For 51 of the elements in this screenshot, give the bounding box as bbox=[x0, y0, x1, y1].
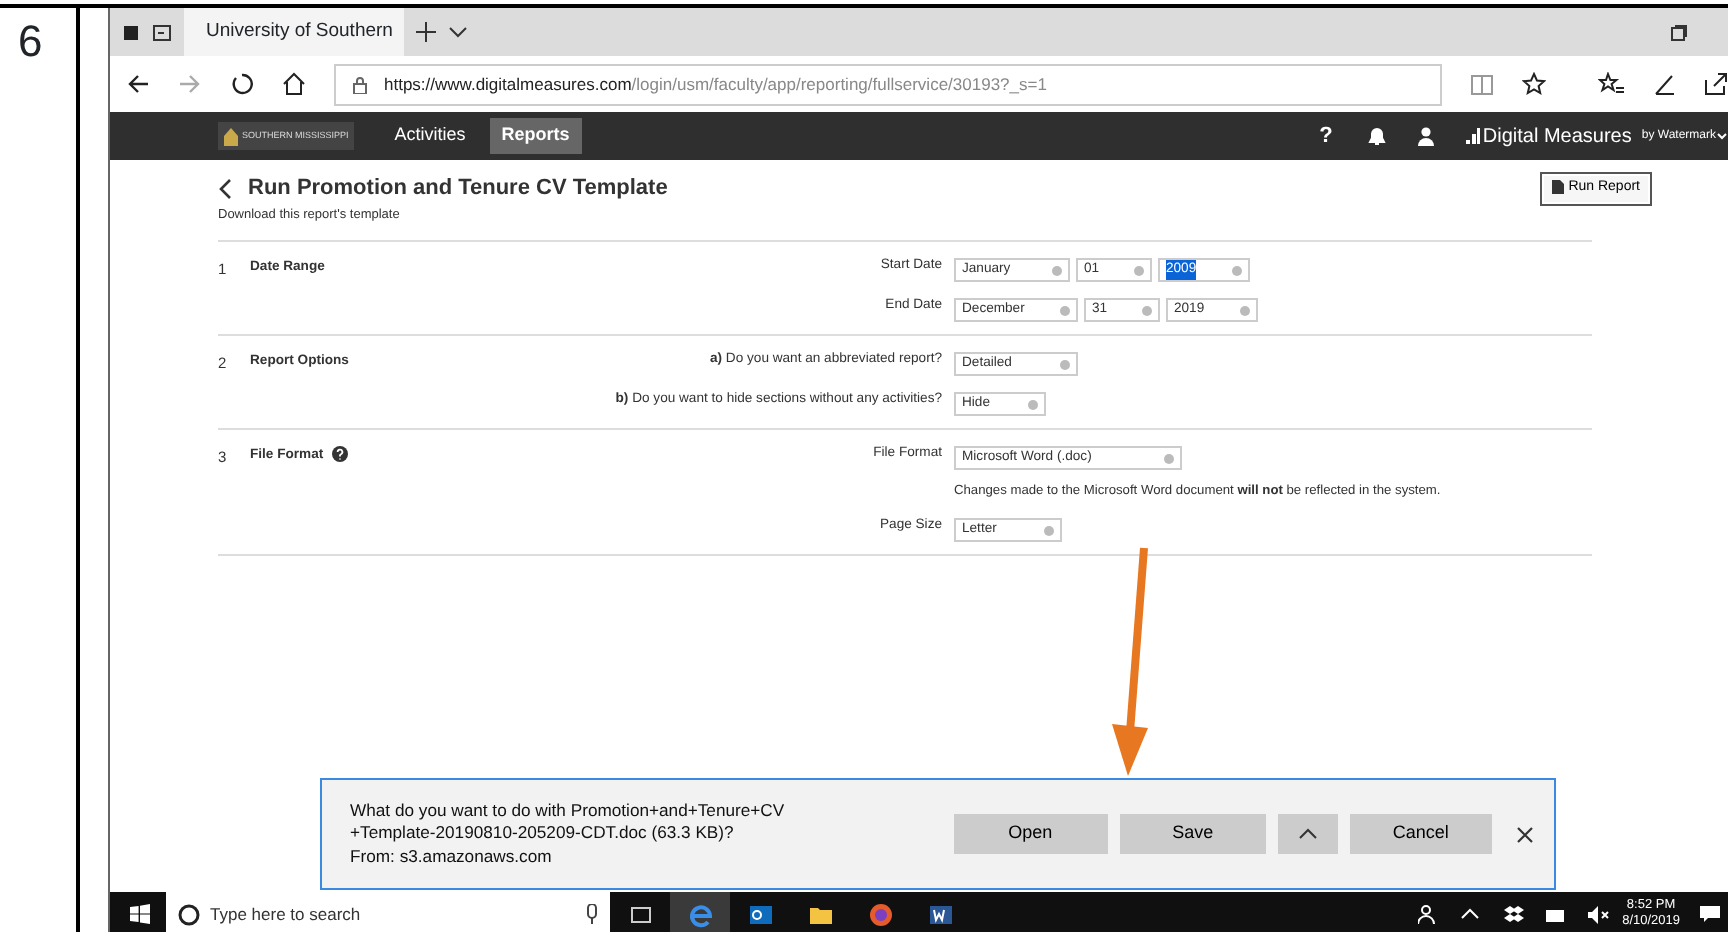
pen-icon[interactable] bbox=[1652, 72, 1676, 96]
nav-tab[interactable]: Activities bbox=[382, 118, 478, 154]
help-link[interactable]: ? bbox=[1319, 119, 1333, 153]
taskbar-search[interactable]: Type here to search bbox=[166, 892, 610, 932]
word-icon[interactable] bbox=[927, 901, 953, 927]
new-tab-icon[interactable] bbox=[416, 22, 436, 42]
volume-icon[interactable] bbox=[1586, 904, 1611, 924]
chevron-down-icon[interactable] bbox=[448, 24, 468, 40]
reading-view-icon[interactable] bbox=[1470, 73, 1494, 95]
refresh-icon[interactable] bbox=[230, 72, 254, 96]
step-number: 6 bbox=[18, 16, 43, 66]
back-icon[interactable] bbox=[218, 177, 232, 200]
address-bar[interactable]: https://www.digitalmeasures.com/login/usm/faculty/app/reporting/fullservice/30193?_s=1 bbox=[334, 63, 1442, 105]
url-text: https://www.digitalmeasures.com/login/usm/faculty/app/reporting/fullservice/30193?_s=1 bbox=[384, 71, 1047, 97]
page-title: Run Promotion and Tenure CV Template bbox=[248, 174, 668, 204]
browser-tab[interactable]: University of Southern bbox=[184, 8, 404, 56]
user-icon[interactable] bbox=[1418, 126, 1435, 146]
outlook-icon[interactable] bbox=[747, 901, 773, 927]
close-icon[interactable] bbox=[1516, 825, 1534, 843]
dropbox-icon[interactable] bbox=[1502, 904, 1527, 924]
home-icon[interactable] bbox=[282, 72, 306, 96]
download-source: From: s3.amazonaws.com bbox=[350, 845, 554, 869]
star-icon[interactable] bbox=[1522, 72, 1546, 96]
caret-up-icon bbox=[1297, 827, 1318, 840]
cortana-icon bbox=[178, 903, 200, 925]
firefox-icon[interactable] bbox=[867, 901, 893, 927]
tab-aside-icon[interactable] bbox=[152, 23, 172, 41]
notification-icon[interactable] bbox=[1700, 904, 1720, 924]
help-icon[interactable] bbox=[331, 446, 348, 463]
task-view-icon[interactable] bbox=[627, 901, 653, 927]
brand-name: Digital Measures bbox=[1482, 123, 1632, 151]
tab-actions-icon[interactable] bbox=[122, 23, 140, 41]
open-button[interactable]: Open bbox=[953, 814, 1108, 854]
cancel-button[interactable]: Cancel bbox=[1349, 814, 1493, 854]
restore-icon[interactable] bbox=[1670, 23, 1688, 41]
microphone-icon bbox=[586, 904, 598, 924]
download-message: What do you want to do with Promotion+and+Tenure+CV +Template-20190810-205209-CDT.doc (63.3 KB)? bbox=[350, 799, 787, 846]
start-icon[interactable] bbox=[130, 904, 150, 924]
edge-icon[interactable] bbox=[687, 901, 713, 927]
network-icon[interactable] bbox=[1544, 904, 1569, 924]
bell-icon[interactable] bbox=[1368, 126, 1387, 146]
nav-tab[interactable]: Reports bbox=[489, 118, 582, 154]
lock-icon bbox=[352, 75, 368, 93]
caret-icon[interactable] bbox=[1716, 130, 1728, 142]
favorites-icon[interactable] bbox=[1598, 72, 1624, 96]
back-icon[interactable] bbox=[126, 72, 150, 96]
bars-logo-icon bbox=[1466, 128, 1481, 144]
document-icon bbox=[1552, 179, 1565, 194]
tab-title: University of Southern bbox=[206, 17, 393, 46]
save-button[interactable]: Save bbox=[1119, 814, 1267, 854]
share-icon[interactable] bbox=[1704, 72, 1728, 96]
